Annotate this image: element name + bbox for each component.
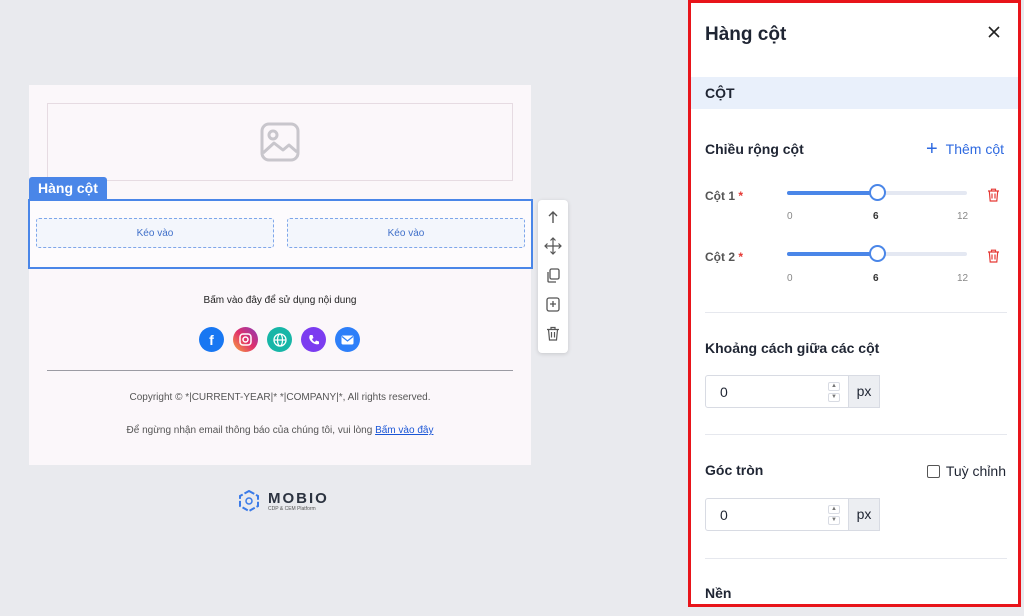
background-label: Nền: [705, 585, 732, 601]
section-divider: [705, 434, 1007, 435]
image-icon: [260, 122, 300, 162]
mail-icon[interactable]: [335, 327, 360, 352]
section-header-columns[interactable]: CỘT: [691, 77, 1018, 109]
block-toolbar: [538, 200, 568, 353]
row-label-tag: Hàng cột: [29, 177, 107, 199]
column-2-max-tick: 12: [957, 273, 969, 284]
column-1-max-tick: 12: [957, 211, 969, 222]
column-width-label: Chiều rộng cột: [705, 141, 804, 157]
required-marker: *: [738, 250, 744, 264]
column-1-value: 6: [873, 211, 879, 222]
unsubscribe-text: Để ngừng nhận email thông báo của chúng …: [126, 425, 376, 436]
mobio-logo: MOBIO CDP & CEM Platform: [238, 490, 329, 512]
selected-row-block[interactable]: Kéo vào Kéo vào: [28, 199, 533, 269]
corner-radius-stepper[interactable]: ▲ ▼: [828, 504, 840, 525]
drop-zone-1[interactable]: Kéo vào: [36, 218, 274, 248]
column-1-slider-fill: [787, 191, 877, 195]
column-gap-label: Khoảng cách giữa các cột: [705, 340, 880, 356]
column-2-slider-fill: [787, 252, 877, 256]
column-gap-value: 0: [720, 383, 728, 400]
stepper-down-icon[interactable]: ▼: [828, 515, 840, 525]
phone-icon[interactable]: [301, 327, 326, 352]
globe-icon[interactable]: [267, 327, 292, 352]
close-icon[interactable]: [988, 25, 1000, 43]
move-icon[interactable]: [543, 235, 563, 257]
section-divider: [705, 312, 1007, 313]
delete-column-2-icon[interactable]: [987, 249, 1000, 268]
custom-radius-toggle[interactable]: Tuỳ chỉnh: [926, 463, 1006, 479]
mobio-logo-icon: [239, 490, 259, 512]
column-2-value: 6: [873, 273, 879, 284]
column-gap-input[interactable]: 0 ▲ ▼: [705, 375, 849, 408]
stepper-down-icon[interactable]: ▼: [828, 392, 840, 402]
social-icons: f: [199, 327, 360, 352]
stepper-up-icon[interactable]: ▲: [828, 504, 840, 514]
column-2-slider-thumb[interactable]: [869, 245, 886, 262]
custom-radius-label: Tuỳ chỉnh: [945, 463, 1006, 479]
copyright-text: Copyright © *|CURRENT-YEAR|* *|COMPANY|*…: [129, 392, 431, 403]
add-column-label: Thêm cột: [945, 141, 1004, 157]
logo-name: MOBIO: [268, 489, 329, 507]
email-canvas: Hàng cột Kéo vào Kéo vào Bấm vào đây để …: [28, 85, 533, 465]
corner-radius-input[interactable]: 0 ▲ ▼: [705, 498, 849, 531]
delete-column-1-icon[interactable]: [987, 188, 1000, 207]
column-1-slider[interactable]: [787, 184, 967, 201]
instagram-icon[interactable]: [233, 327, 258, 352]
stepper-up-icon[interactable]: ▲: [828, 381, 840, 391]
column-2-min-tick: 0: [787, 273, 793, 284]
unsubscribe-link[interactable]: Bấm vào đây: [375, 425, 433, 436]
panel-title: Hàng cột: [705, 24, 787, 45]
column-gap-unit: px: [849, 375, 880, 408]
trash-icon[interactable]: [543, 322, 563, 344]
column-1-label-text: Cột 1: [705, 189, 735, 203]
footer-divider: [47, 370, 513, 371]
corner-radius-unit: px: [849, 498, 880, 531]
corner-radius-value: 0: [720, 506, 728, 523]
copy-icon[interactable]: [543, 264, 563, 286]
row-settings-panel: Hàng cột CỘT Chiều rộng cột + Thêm cột C…: [688, 0, 1021, 607]
column-2-slider[interactable]: [787, 245, 967, 262]
add-column-button[interactable]: + Thêm cột: [925, 138, 1004, 160]
drop-zone-2[interactable]: Kéo vào: [287, 218, 525, 248]
arrow-up-icon[interactable]: [543, 206, 563, 228]
facebook-icon[interactable]: f: [199, 327, 224, 352]
unsubscribe-line: Để ngừng nhận email thông báo của chúng …: [29, 425, 531, 436]
column-1-label: Cột 1 *: [705, 189, 743, 203]
required-marker: *: [738, 189, 744, 203]
column-2-label-text: Cột 2: [705, 250, 735, 264]
column-1-min-tick: 0: [787, 211, 793, 222]
section-divider: [705, 558, 1007, 559]
column-gap-stepper[interactable]: ▲ ▼: [828, 381, 840, 402]
column-2-label: Cột 2 *: [705, 250, 743, 264]
custom-radius-checkbox[interactable]: [926, 464, 940, 478]
image-placeholder[interactable]: [47, 103, 513, 181]
column-1-slider-thumb[interactable]: [869, 184, 886, 201]
corner-radius-label: Góc tròn: [705, 462, 764, 478]
cta-text[interactable]: Bấm vào đây để sử dụng nội dung: [29, 295, 531, 306]
plus-icon: +: [925, 138, 938, 160]
bookmark-add-icon[interactable]: [543, 293, 563, 315]
